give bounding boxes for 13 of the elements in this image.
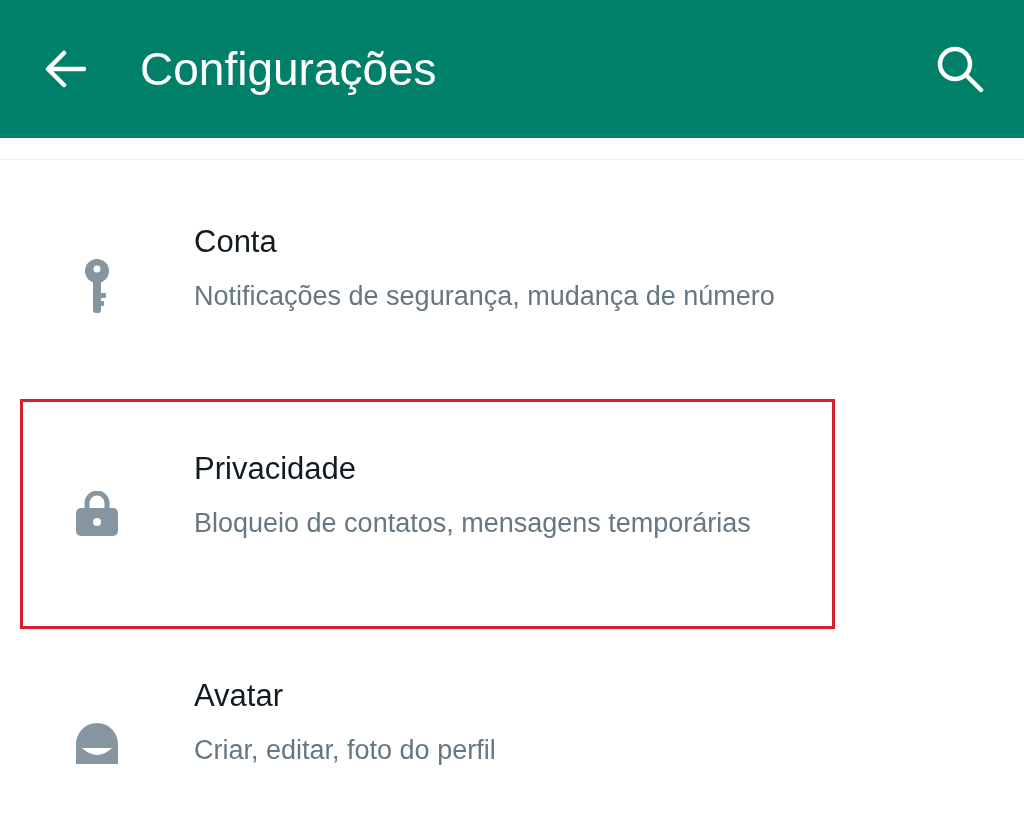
item-subtitle: Bloqueio de contatos, mensagens temporárias	[194, 507, 752, 540]
key-icon	[84, 259, 110, 315]
settings-item[interactable]: Privacidade Bloqueio de contatos, mensagens temporárias	[20, 399, 835, 629]
search-icon[interactable]	[936, 45, 984, 93]
item-subtitle: Criar, editar, foto do perfil	[194, 734, 497, 767]
lock-icon	[74, 491, 120, 537]
item-title: Conta	[194, 223, 278, 261]
settings-item[interactable]: Avatar Criar, editar, foto do perfil	[20, 626, 835, 828]
settings-item[interactable]: Conta Notificações de segurança, mudança de número	[20, 172, 835, 402]
item-subtitle: Notificações de segurança, mudança de número	[194, 280, 776, 313]
item-title: Avatar	[194, 677, 285, 715]
item-title: Privacidade	[194, 450, 357, 488]
back-arrow-icon[interactable]	[44, 50, 86, 88]
